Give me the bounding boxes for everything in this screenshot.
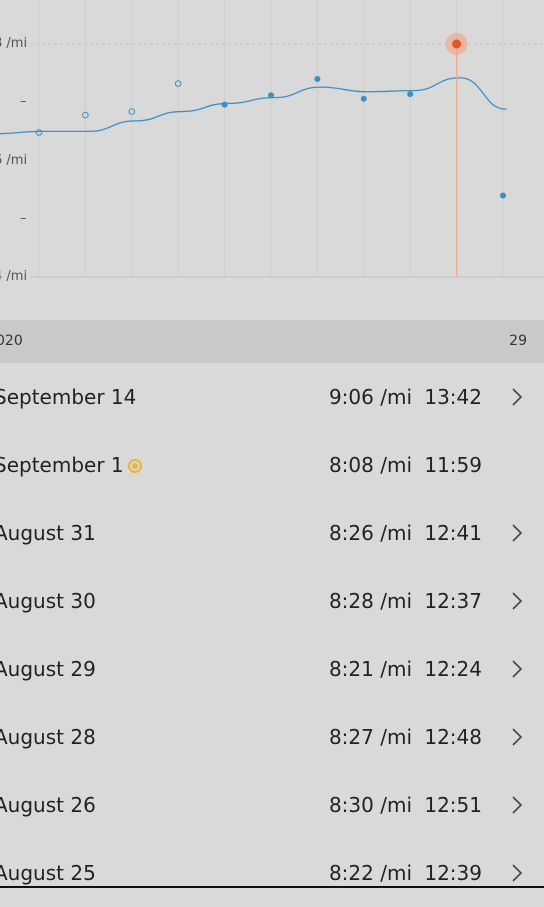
run-pace: 8:08 /mi [328,453,412,477]
data-point[interactable] [500,192,506,199]
run-time: 12:41 [424,521,482,545]
run-time: 13:42 [424,385,482,409]
y-tick-label: 8 /mi [0,36,28,51]
run-time: 11:59 [424,453,482,477]
run-date: August 26 [0,793,96,817]
y-tick-label: – [20,94,27,110]
chevron-right-icon[interactable] [510,591,524,611]
run-row[interactable]: August 28 8:27 /mi 12:48 [0,703,544,771]
run-date: August 29 [0,657,96,681]
run-time: 12:51 [424,793,482,817]
run-date: August 28 [0,725,96,749]
run-time: 12:48 [424,725,482,749]
achievement-badge-icon [127,459,142,473]
data-point[interactable] [360,95,367,102]
chevron-right-icon[interactable] [510,659,524,679]
data-point[interactable] [221,101,228,108]
run-time: 12:24 [424,657,482,681]
data-point[interactable] [268,92,274,99]
run-pace: 8:26 /mi [328,521,412,545]
y-tick-label: 4 /mi [0,269,28,284]
run-pace: 8:22 /mi [328,861,412,885]
run-date: September 1 [0,453,124,477]
chevron-right-icon[interactable] [510,795,524,815]
run-date-with-badge: September 1 [0,453,142,477]
run-row[interactable]: September 14 9:06 /mi 13:42 [0,363,544,431]
run-pace: 8:27 /mi [328,725,412,749]
run-pace: 8:28 /mi [328,589,412,613]
run-date: August 25 [0,861,96,885]
run-row[interactable]: August 26 8:30 /mi 12:51 [0,771,544,839]
pace-chart[interactable]: 8 /mi – 6 /mi – 4 /mi [0,0,544,320]
chevron-right-icon[interactable] [510,387,524,407]
pace-chart-svg[interactable] [0,0,544,320]
run-row[interactable]: August 29 8:21 /mi 12:24 [0,635,544,703]
run-list: September 14 9:06 /mi 13:42 September 1 8:08… [0,363,544,907]
data-point[interactable] [407,91,414,98]
pace-trend-line [0,77,507,135]
data-point[interactable] [314,75,321,82]
run-date: August 31 [0,521,96,545]
chevron-right-icon[interactable] [510,863,524,883]
chevron-right-icon[interactable] [510,727,524,747]
y-tick-label: – [20,210,27,226]
date-range-end: 29 [509,333,527,349]
chevron-right-icon[interactable] [510,523,524,543]
run-row[interactable]: August 30 8:28 /mi 12:37 [0,567,544,635]
date-range-start: 020 [0,333,23,349]
selected-data-point[interactable] [452,39,462,49]
date-range-bar: 020 29 [0,320,544,363]
run-date: September 14 [0,385,137,409]
run-time: 12:39 [424,861,482,885]
run-pace: 8:30 /mi [328,793,412,817]
run-date: August 30 [0,589,96,613]
y-tick-label: 6 /mi [0,152,28,168]
run-pace: 8:21 /mi [328,657,412,681]
run-row[interactable]: September 1 8:08 /mi 11:59 [0,431,544,499]
run-time: 12:37 [424,589,482,613]
run-row[interactable]: August 31 8:26 /mi 12:41 [0,499,544,567]
run-row[interactable]: August 25 8:22 /mi 12:39 [0,839,544,907]
run-pace: 9:06 /mi [328,385,412,409]
